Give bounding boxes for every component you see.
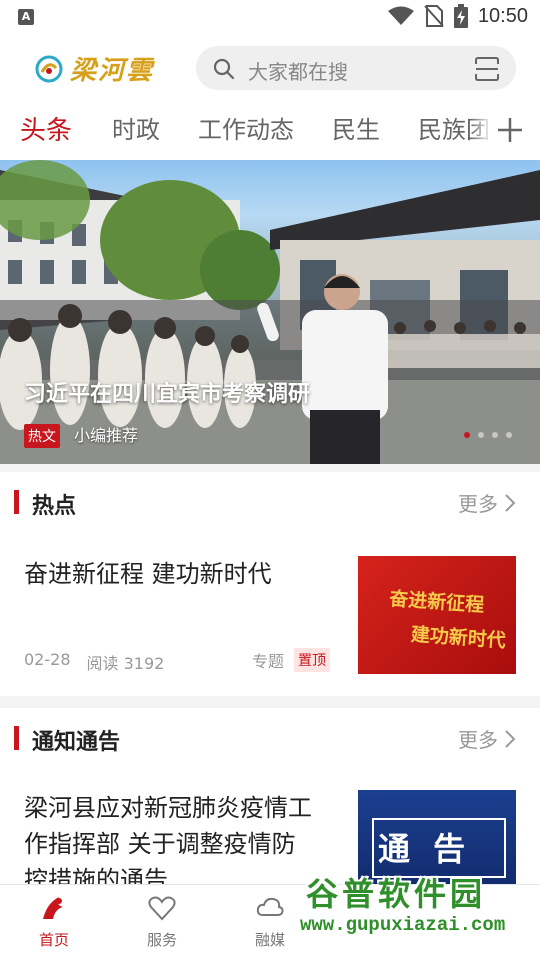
notice-section-header: 通知通告 更多 [0,708,540,768]
tab-livelihood[interactable]: 民生 [332,110,380,145]
pinned-badge: 置顶 [294,648,331,672]
carousel-dot [464,432,470,438]
nav-label: 首页 [38,931,69,949]
home-logo-icon [43,897,63,919]
hot-more-link[interactable]: 更多 [458,488,516,517]
notification-icon: A [18,9,34,25]
plus-icon [498,118,522,142]
carousel-dot [478,432,484,438]
app-header: 梁河雲 大家都在搜 [0,36,540,100]
article-thumbnail[interactable]: 通 告 [358,790,516,884]
status-icons: 10:50 [387,4,528,28]
thumbnail-text-line: 建功新时代 [410,623,507,653]
search-icon [213,58,235,80]
nav-home[interactable]: 首页 [14,893,94,950]
battery-charging-icon [453,4,468,28]
category-tabs: 头条 时政 工作动态 民生 民族团 [0,100,540,160]
section-marker [14,490,19,514]
scan-icon[interactable] [474,56,500,82]
carousel-dot [506,432,512,438]
hero-image [0,160,540,464]
logo-emblem-icon [35,55,63,82]
app-logo[interactable]: 梁河雲 [34,50,154,87]
chevron-right-icon [505,493,516,512]
site-watermark: 谷普软件园 www.gupuxiazai.com [296,874,540,960]
article-labels: 专题 置顶 [252,648,331,672]
chevron-right-icon [505,729,516,748]
wifi-icon [387,6,414,25]
nav-services[interactable]: 服务 [122,893,202,950]
article-date: 02-28 [24,650,71,669]
thumbnail-text: 通 告 [378,830,472,868]
search-bar[interactable]: 大家都在搜 [196,46,516,90]
article-title-line: 作指挥部 关于调整疫情防 [24,830,296,858]
carousel-subtitle: 小编推荐 [74,426,139,445]
carousel-caption[interactable]: 习近平在四川宜宾市考察调研 [24,376,310,408]
search-input[interactable]: 大家都在搜 [248,56,348,85]
app-name: 梁河雲 [70,56,155,86]
article-title[interactable]: 奋进新征程 建功新时代 [24,556,272,592]
notice-more-link[interactable]: 更多 [458,724,516,753]
heart-icon [148,896,176,921]
watermark-url: www.gupuxiazai.com [300,914,506,936]
section-marker [14,726,19,750]
notice-section-title: 通知通告 [32,730,121,755]
hero-carousel[interactable]: 习近平在四川宜宾市考察调研 热文 小编推荐 [0,160,540,464]
clock: 10:50 [477,4,528,27]
tab-politics[interactable]: 时政 [112,110,160,145]
article-title-line: 梁河县应对新冠肺炎疫情工 [24,794,312,822]
article-title-line: 控措施的通告 [24,866,168,884]
tab-work-updates[interactable]: 工作动态 [198,110,294,145]
carousel-indicator [464,432,512,438]
hot-article-badge: 热文 [24,424,60,448]
status-bar: A 10:50 [0,0,540,36]
article-meta: 02-28 阅读 3192 [24,650,164,674]
more-label: 更多 [458,728,498,752]
more-label: 更多 [458,492,498,516]
notice-section: 通知通告 更多 梁河县应对新冠肺炎疫情工 作指挥部 关于调整疫情防 控措施的通告… [0,708,540,884]
add-tab-button[interactable] [490,110,530,150]
no-sim-icon [424,5,444,27]
article-title[interactable]: 梁河县应对新冠肺炎疫情工 作指挥部 关于调整疫情防 控措施的通告 [24,790,312,884]
hot-section-header: 热点 更多 [0,472,540,532]
nav-label: 服务 [146,931,177,949]
article-reads: 阅读 3192 [86,654,165,673]
watermark-name: 谷普软件园 [306,875,487,913]
article-thumbnail[interactable]: 奋进新征程 建功新时代 [358,556,516,674]
article-type: 专题 [252,652,285,671]
hot-section-title: 热点 [32,494,77,519]
hot-section: 热点 更多 奋进新征程 建功新时代 02-28 阅读 3192 专题 置顶 奋进… [0,472,540,696]
cloud-icon [256,897,284,916]
carousel-dot [492,432,498,438]
tab-headlines[interactable]: 头条 [20,110,72,147]
